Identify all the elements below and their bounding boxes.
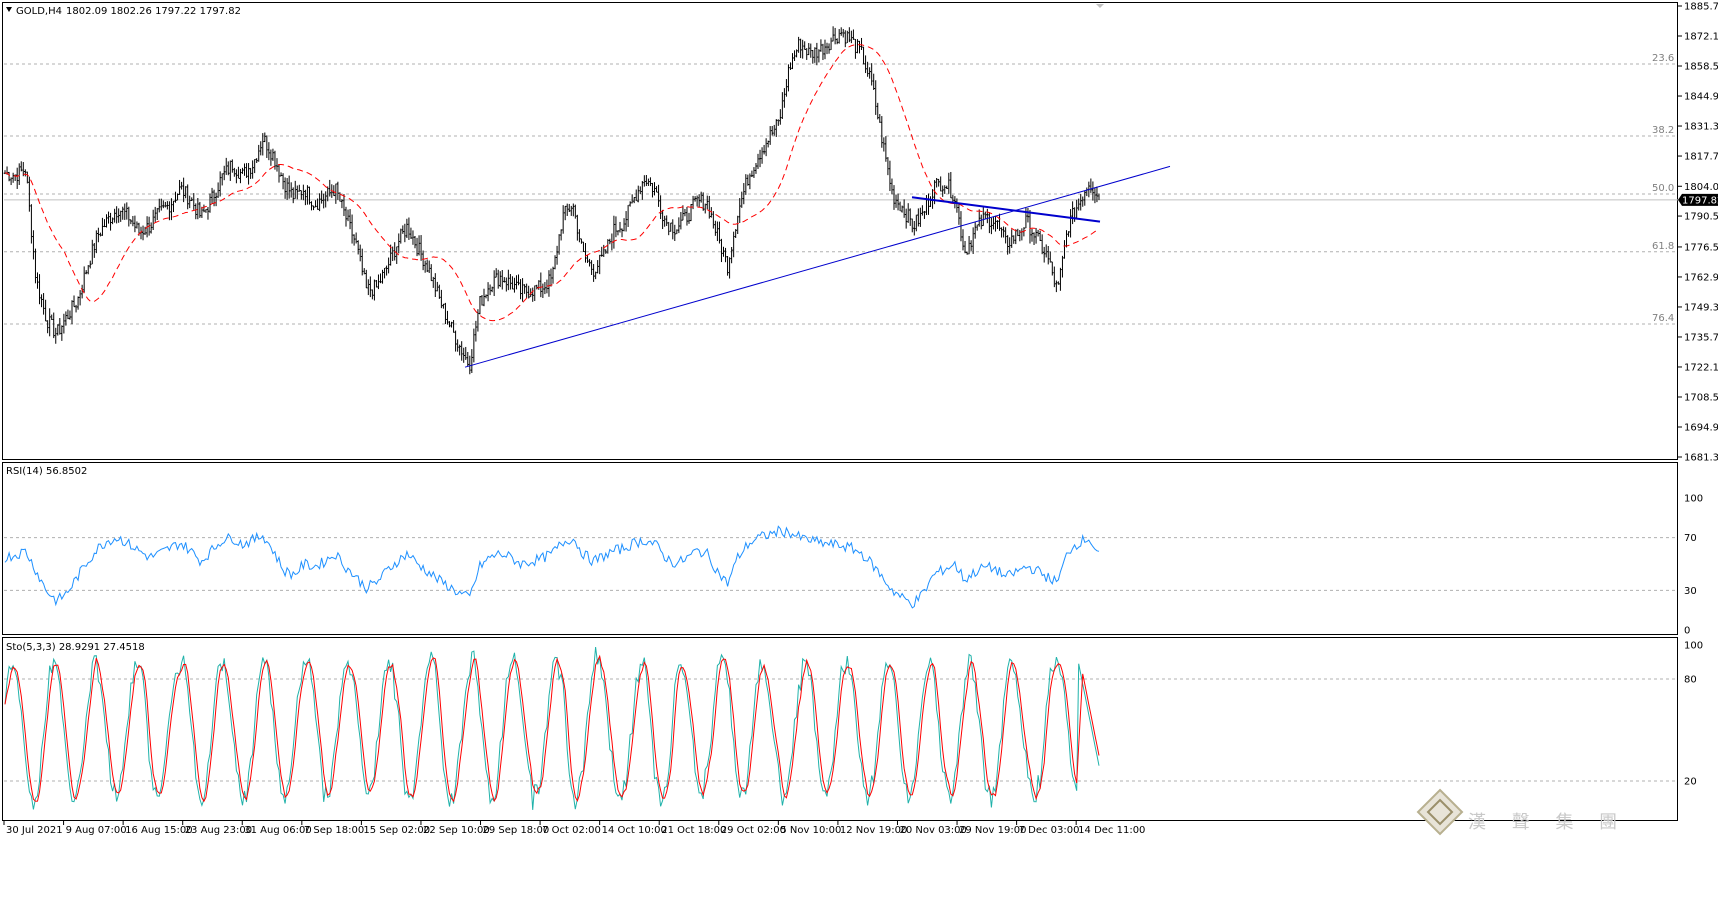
fib-level-label: 76.4 <box>1652 313 1674 324</box>
watermark-text: 漢 聲 集 團 <box>1468 812 1627 833</box>
price-tick-label: 1776.50 <box>1684 242 1718 253</box>
time-tick-label: 9 Aug 07:00 <box>66 825 127 836</box>
time-tick-label: 14 Oct 10:00 <box>602 825 667 836</box>
price-tick-label: 1804.00 <box>1684 182 1718 193</box>
time-tick-label: 15 Sep 02:00 <box>363 825 430 836</box>
rsi-tick-label: 100 <box>1684 494 1703 505</box>
time-tick-label: 16 Aug 15:00 <box>125 825 192 836</box>
time-tick-label: 12 Nov 19:00 <box>840 825 907 836</box>
time-tick-label: 14 Dec 11:00 <box>1078 825 1145 836</box>
sto-tick-label: 80 <box>1684 675 1697 686</box>
sto-tick-label: 100 <box>1684 641 1703 652</box>
rsi-tick-label: 70 <box>1684 533 1697 544</box>
chart-svg: 23.6 38.2 50.0 61.8 76.4 1885.70 1872.10 1858.… <box>0 0 1718 919</box>
symbol-label: GOLD,H4 <box>16 6 62 17</box>
sto-tick-label: 20 <box>1684 777 1697 788</box>
price-tick-label: 1762.90 <box>1684 272 1718 283</box>
time-tick-label: 7 Oct 02:00 <box>542 825 601 836</box>
price-tick-label: 1872.10 <box>1684 32 1718 43</box>
price-tick-label: 1844.90 <box>1684 92 1718 103</box>
price-tick-label: 1790.50 <box>1684 212 1718 223</box>
fib-level-label: 61.8 <box>1652 241 1674 252</box>
time-tick-label: 29 Nov 19:00 <box>959 825 1026 836</box>
time-tick-label: 20 Nov 03:00 <box>899 825 966 836</box>
time-tick-label: 30 Jul 2021 <box>6 825 63 836</box>
time-tick-label: 29 Sep 18:00 <box>483 825 550 836</box>
time-tick-label: 23 Aug 23:00 <box>185 825 252 836</box>
price-tick-label: 1885.70 <box>1684 2 1718 13</box>
time-tick-label: 5 Nov 10:00 <box>780 825 841 836</box>
fib-level-label: 23.6 <box>1652 53 1674 64</box>
sto-header: Sto(5,3,3) 28.9291 27.4518 <box>6 642 145 653</box>
time-tick-label: 29 Oct 02:00 <box>721 825 786 836</box>
price-tick-label: 1735.70 <box>1684 332 1718 343</box>
price-tick-label: 1722.10 <box>1684 362 1718 373</box>
price-tick-label: 1817.70 <box>1684 152 1718 163</box>
last-price-label: 1797.82 <box>1682 195 1718 206</box>
time-tick-label: 22 Sep 10:00 <box>423 825 490 836</box>
price-tick-label: 1749.30 <box>1684 302 1718 313</box>
price-tick-label: 1831.30 <box>1684 122 1718 133</box>
last-price-marker: 1797.82 <box>1678 193 1718 206</box>
fib-level-label: 50.0 <box>1652 183 1674 194</box>
price-tick-label: 1858.50 <box>1684 62 1718 73</box>
price-tick-label: 1681.30 <box>1684 453 1718 464</box>
rsi-tick-label: 30 <box>1684 586 1697 597</box>
rsi-header: RSI(14) 56.8502 <box>6 466 87 477</box>
price-tick-label: 1708.50 <box>1684 392 1718 403</box>
time-tick-label: 7 Sep 18:00 <box>304 825 364 836</box>
time-tick-label: 7 Dec 03:00 <box>1019 825 1080 836</box>
chart-root: 23.6 38.2 50.0 61.8 76.4 1885.70 1872.10 1858.… <box>0 0 1718 919</box>
time-tick-label: 31 Aug 06:00 <box>244 825 311 836</box>
time-tick-label: 21 Oct 18:00 <box>661 825 726 836</box>
fib-level-label: 38.2 <box>1652 125 1674 136</box>
price-tick-label: 1694.90 <box>1684 422 1718 433</box>
ohlc-values: 1802.09 1802.26 1797.22 1797.82 <box>66 6 241 17</box>
rsi-tick-label: 0 <box>1684 626 1690 637</box>
